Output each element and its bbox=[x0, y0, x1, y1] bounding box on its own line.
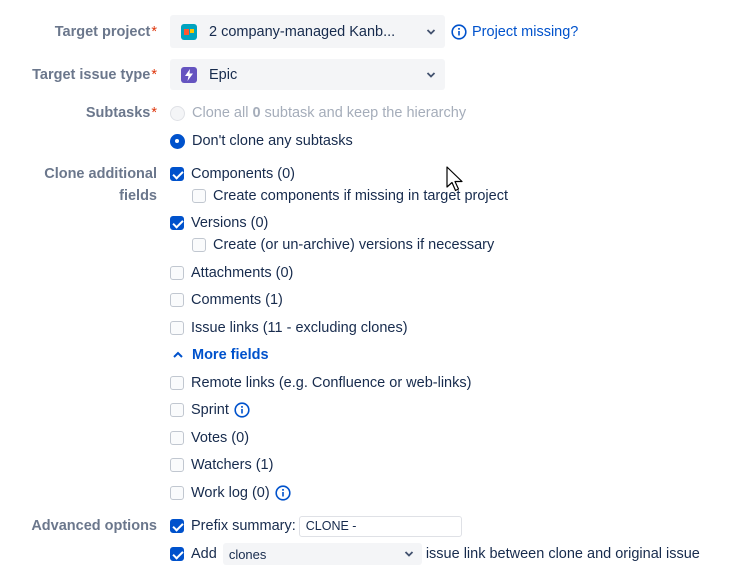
chevron-up-icon bbox=[173, 351, 183, 358]
sprint-checkbox[interactable] bbox=[170, 403, 184, 417]
watchers-checkbox-row[interactable]: Watchers (1) bbox=[170, 454, 273, 476]
add-link-label: Add bbox=[191, 546, 217, 562]
radio-dont-clone-label: Don't clone any subtasks bbox=[192, 133, 353, 149]
target-project-label: Target project* bbox=[54, 24, 157, 40]
add-link-checkbox[interactable] bbox=[170, 547, 184, 561]
remote-links-checkbox[interactable] bbox=[170, 376, 184, 390]
watchers-label: Watchers (1) bbox=[191, 457, 274, 473]
clone-additional-fields-label: Clone additional fields bbox=[44, 166, 157, 204]
chevron-down-icon bbox=[426, 71, 436, 78]
comments-label: Comments (1) bbox=[191, 292, 283, 308]
issue-links-checkbox[interactable] bbox=[170, 321, 184, 335]
components-label: Components (0) bbox=[191, 166, 295, 182]
comments-checkbox[interactable] bbox=[170, 293, 184, 307]
work-log-checkbox[interactable] bbox=[170, 486, 184, 500]
add-link-row: Add clones issue link between clone and … bbox=[170, 543, 700, 565]
create-versions-label: Create (or un-archive) versions if neces… bbox=[213, 237, 495, 253]
link-type-value: clones bbox=[228, 546, 267, 562]
target-issue-type-select[interactable]: Epic bbox=[170, 59, 445, 90]
versions-checkbox[interactable] bbox=[170, 216, 184, 230]
sprint-label: Sprint bbox=[191, 402, 229, 418]
chevron-down-icon bbox=[404, 551, 413, 557]
versions-checkbox-row[interactable]: Versions (0) bbox=[170, 212, 268, 234]
sprint-info-icon[interactable] bbox=[234, 402, 250, 418]
required-mark: * bbox=[151, 24, 157, 40]
info-icon bbox=[451, 24, 467, 40]
attachments-label: Attachments (0) bbox=[191, 265, 294, 281]
radio-dont-clone[interactable] bbox=[170, 133, 185, 149]
target-issue-type-label: Target issue type* bbox=[32, 67, 157, 83]
votes-label: Votes (0) bbox=[191, 430, 250, 446]
attachments-checkbox[interactable] bbox=[170, 266, 184, 280]
project-missing-text: Project missing? bbox=[472, 24, 579, 40]
project-avatar-icon bbox=[181, 23, 197, 40]
mouse-pointer-icon bbox=[446, 166, 463, 192]
advanced-options-label: Advanced options bbox=[31, 518, 157, 534]
add-link-suffix: issue link between clone and original is… bbox=[425, 546, 700, 562]
votes-checkbox-row[interactable]: Votes (0) bbox=[170, 427, 249, 449]
issue-links-label: Issue links (11 - excluding clones) bbox=[191, 320, 408, 336]
project-missing-link[interactable]: Project missing? bbox=[451, 21, 578, 43]
attachments-checkbox-row[interactable]: Attachments (0) bbox=[170, 262, 293, 284]
prefix-summary-row: Prefix summary: bbox=[170, 515, 462, 537]
chevron-down-icon bbox=[426, 28, 436, 35]
remote-links-label: Remote links (e.g. Confluence or web-lin… bbox=[191, 375, 472, 391]
prefix-summary-label: Prefix summary: bbox=[191, 518, 296, 534]
target-issue-type-value: Epic bbox=[209, 66, 238, 83]
required-mark: * bbox=[151, 67, 157, 83]
issue-links-checkbox-row[interactable]: Issue links (11 - excluding clones) bbox=[170, 317, 408, 339]
components-checkbox[interactable] bbox=[170, 167, 184, 181]
work-log-info-icon[interactable] bbox=[275, 485, 291, 501]
prefix-summary-checkbox[interactable] bbox=[170, 519, 184, 533]
subtasks-option-clone-all[interactable]: Clone all 0 subtask and keep the hierarc… bbox=[170, 102, 466, 124]
versions-label: Versions (0) bbox=[191, 215, 269, 231]
watchers-checkbox[interactable] bbox=[170, 458, 184, 472]
more-fields-label: More fields bbox=[192, 347, 269, 363]
required-mark: * bbox=[151, 105, 157, 121]
subtasks-label: Subtasks* bbox=[85, 105, 157, 121]
work-log-label: Work log (0) bbox=[191, 485, 270, 501]
components-checkbox-row[interactable]: Components (0) bbox=[170, 163, 295, 185]
link-type-select[interactable]: clones bbox=[222, 543, 422, 565]
create-versions-checkbox[interactable] bbox=[192, 238, 206, 252]
more-fields-toggle[interactable]: More fields bbox=[172, 344, 269, 366]
remote-links-checkbox-row[interactable]: Remote links (e.g. Confluence or web-lin… bbox=[170, 372, 471, 394]
comments-checkbox-row[interactable]: Comments (1) bbox=[170, 289, 283, 311]
create-components-checkbox[interactable] bbox=[192, 189, 206, 203]
radio-clone-all-label: Clone all 0 subtask and keep the hierarc… bbox=[192, 105, 467, 121]
create-versions-checkbox-row[interactable]: Create (or un-archive) versions if neces… bbox=[192, 234, 494, 256]
radio-clone-all[interactable] bbox=[170, 105, 185, 121]
sprint-checkbox-row[interactable]: Sprint bbox=[170, 399, 250, 421]
votes-checkbox[interactable] bbox=[170, 431, 184, 445]
work-log-checkbox-row[interactable]: Work log (0) bbox=[170, 482, 291, 504]
prefix-summary-input[interactable] bbox=[298, 515, 462, 537]
subtasks-option-dont-clone[interactable]: Don't clone any subtasks bbox=[170, 130, 353, 152]
target-project-select[interactable]: 2 company-managed Kanb... bbox=[170, 15, 445, 48]
epic-lightning-icon bbox=[181, 66, 197, 83]
target-project-value: 2 company-managed Kanb... bbox=[209, 23, 396, 40]
